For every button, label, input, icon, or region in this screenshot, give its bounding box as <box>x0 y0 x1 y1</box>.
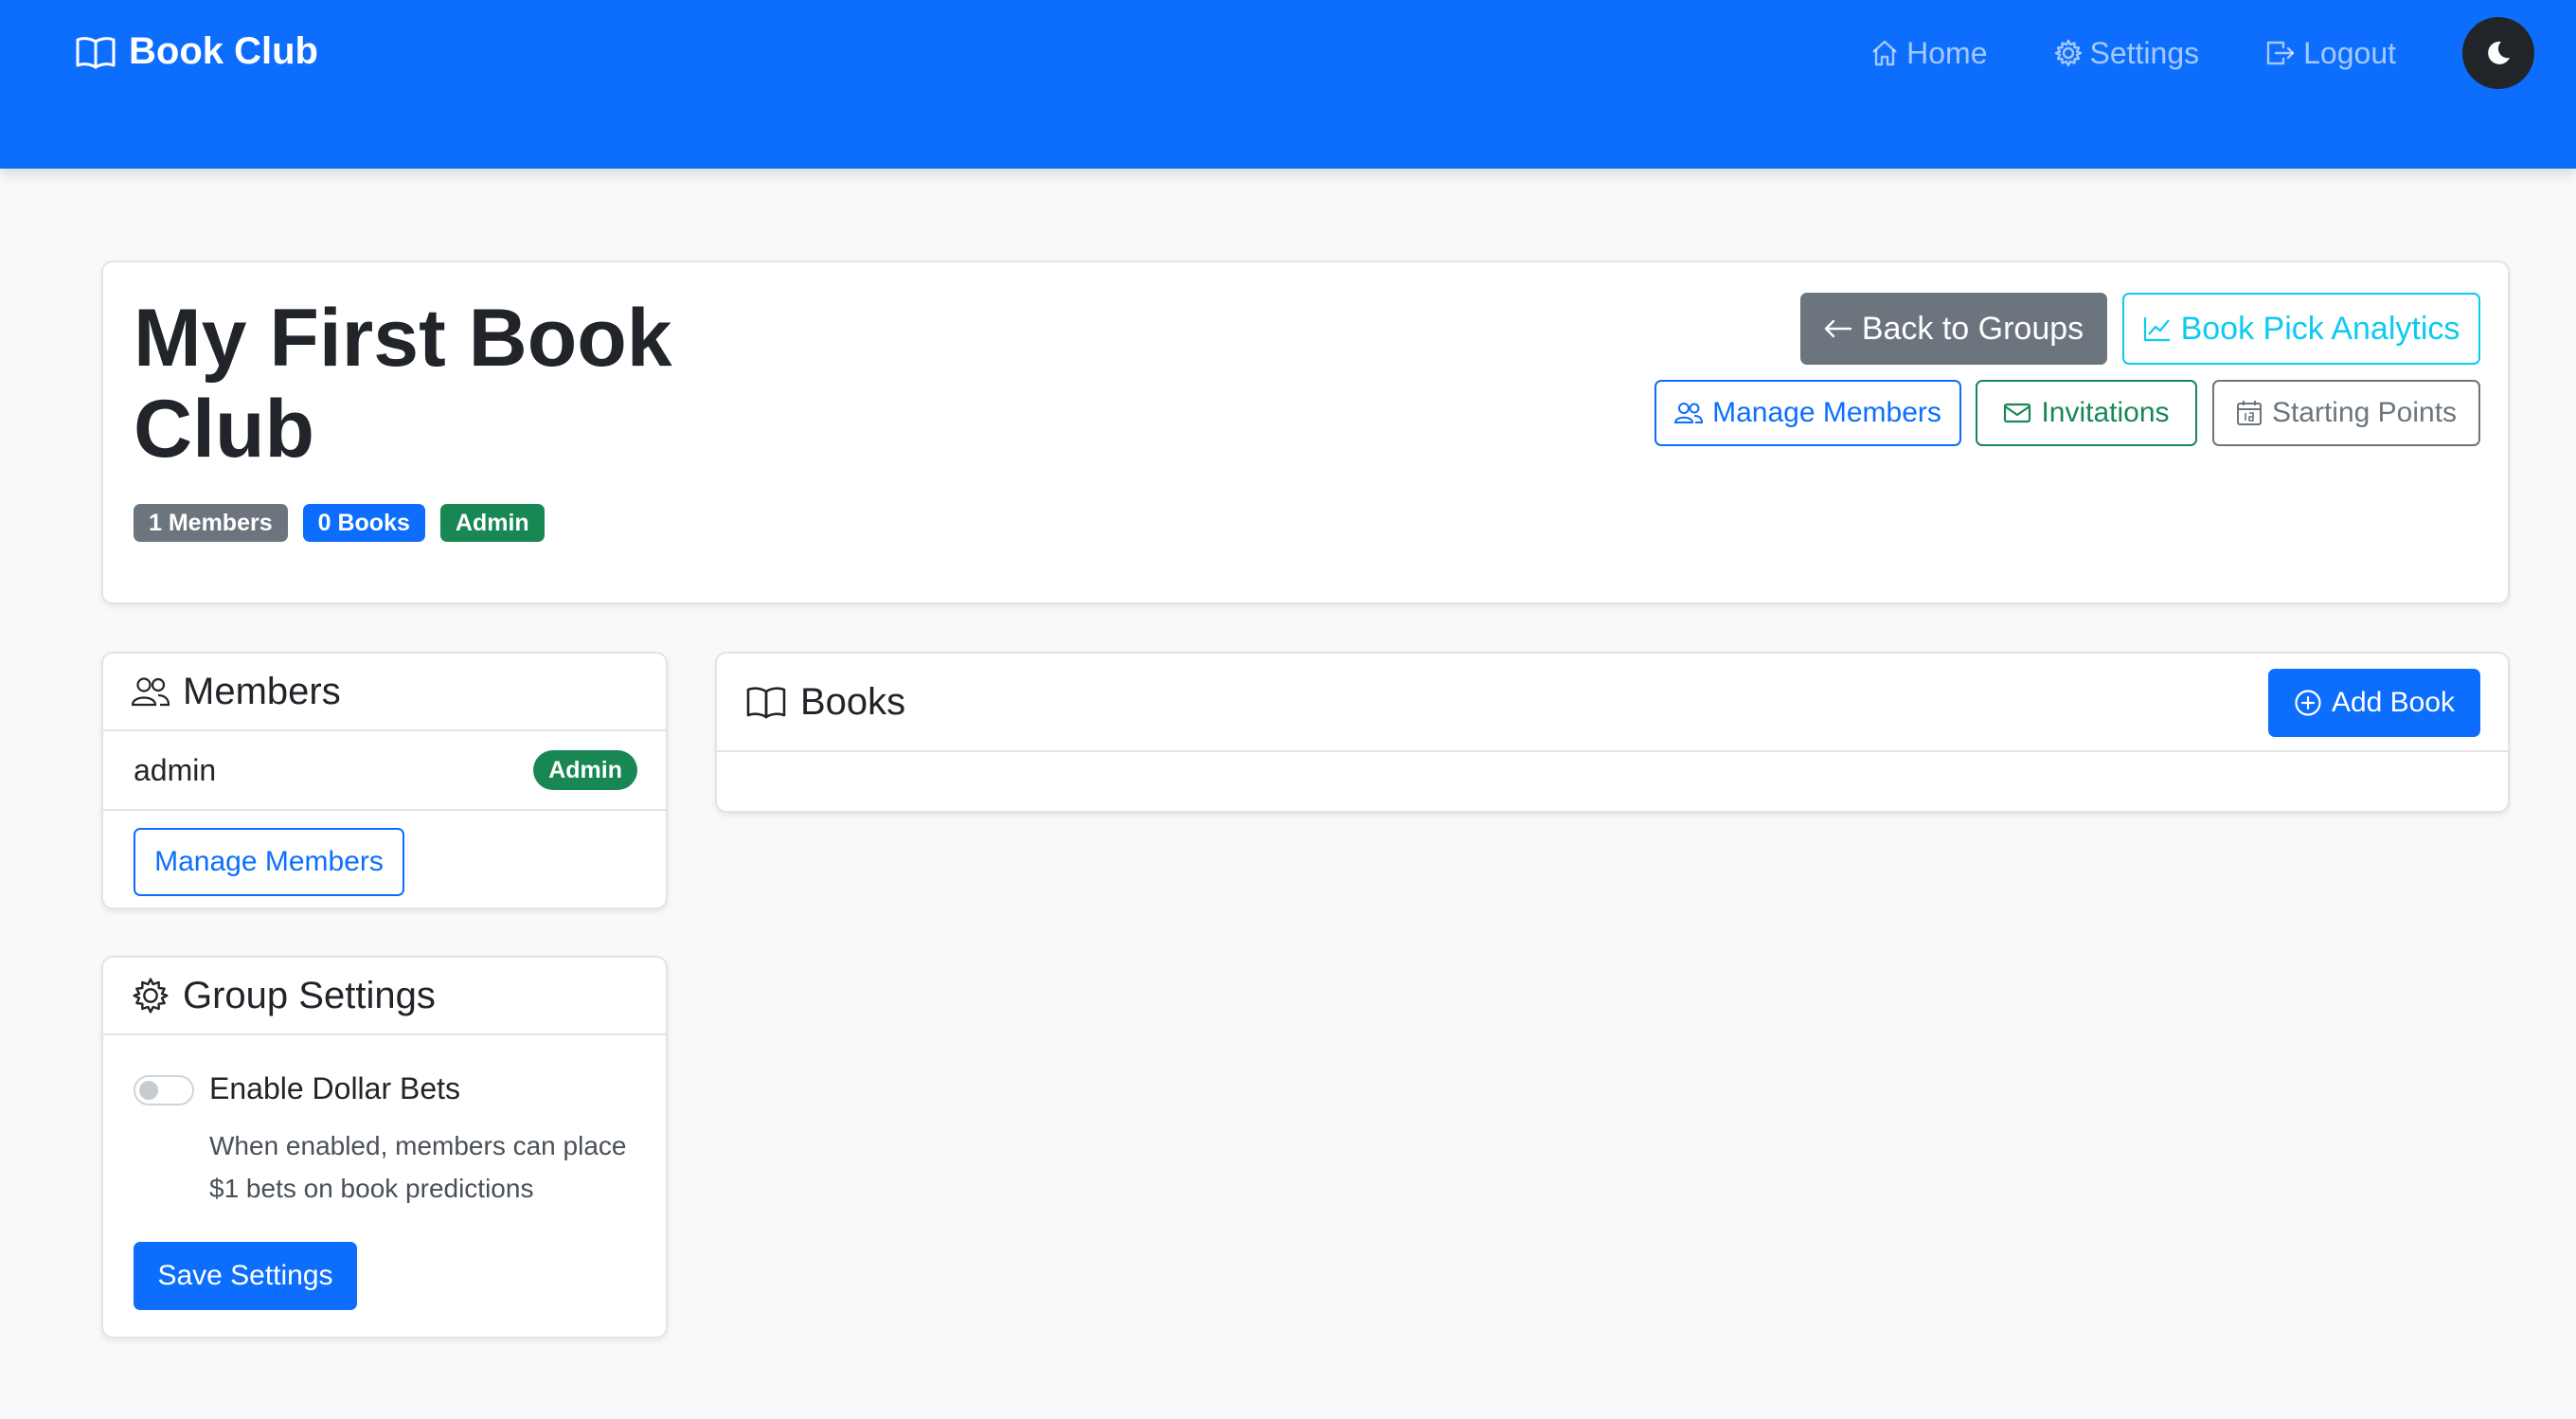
group-badges: 1 Members 0 Books Admin <box>134 504 545 542</box>
top-navbar: Book Club Home Settings Logout <box>0 0 2576 169</box>
house-icon <box>1870 39 1899 67</box>
logout-icon <box>2265 39 2296 67</box>
gear-icon <box>2054 39 2083 67</box>
nav-settings-label: Settings <box>2089 35 2200 70</box>
save-settings-button[interactable]: Save Settings <box>134 1242 357 1310</box>
group-settings-card: Group Settings Enable Dollar Bets When e… <box>101 956 668 1338</box>
envelope-icon <box>2003 403 2031 423</box>
page-title: My First Book Club <box>134 293 672 475</box>
dollar-bets-help-text: When enabled, members can place $1 bets … <box>209 1131 627 1203</box>
book-icon <box>745 685 787 719</box>
calendar-icon <box>2236 400 2263 426</box>
add-book-button[interactable]: Add Book <box>2268 669 2480 737</box>
manage-members-button[interactable]: Manage Members <box>1655 380 1961 446</box>
book-icon <box>76 35 116 69</box>
people-icon <box>132 676 170 707</box>
role-badge: Admin <box>439 504 545 542</box>
book-pick-analytics-button[interactable]: Book Pick Analytics <box>2122 293 2480 365</box>
members-count-badge: 1 Members <box>134 504 288 542</box>
dollar-bets-label: Enable Dollar Bets <box>209 1071 461 1105</box>
add-book-label: Add Book <box>2331 687 2456 718</box>
books-card: Books Add Book <box>715 652 2510 813</box>
nav-home-link[interactable]: Home <box>1870 35 1988 71</box>
brand-link[interactable]: Book Club <box>76 30 318 73</box>
nav-logout-link[interactable]: Logout <box>2265 36 2396 71</box>
plus-circle-icon <box>2294 689 2322 717</box>
starting-points-button[interactable]: Starting Points <box>2212 380 2480 446</box>
dollar-bets-toggle[interactable] <box>134 1075 194 1105</box>
nav-links: Home Settings Logout <box>1870 17 2534 89</box>
back-to-groups-label: Back to Groups <box>1861 310 2084 347</box>
members-card-header: Members <box>103 654 666 731</box>
manage-members-card-button[interactable]: Manage Members <box>134 828 404 896</box>
list-item: admin Admin <box>103 731 666 811</box>
books-card-title: Books <box>800 680 906 723</box>
member-name: admin <box>134 752 217 787</box>
group-settings-header: Group Settings <box>103 958 666 1035</box>
books-card-header: Books <box>717 654 2508 752</box>
nav-logout-label: Logout <box>2303 35 2396 70</box>
save-settings-label: Save Settings <box>157 1260 333 1291</box>
group-settings-title: Group Settings <box>183 974 436 1016</box>
member-role-badge: Admin <box>533 750 637 790</box>
nav-settings-link[interactable]: Settings <box>2054 35 2200 71</box>
theme-toggle-button[interactable] <box>2462 17 2534 89</box>
members-card: Members admin Admin Manage Members <box>101 652 668 909</box>
people-icon <box>1674 402 1704 424</box>
gear-icon <box>132 977 170 1015</box>
arrow-left-icon <box>1824 317 1852 340</box>
starting-points-label: Starting Points <box>2271 397 2458 428</box>
group-header-card: My First Book Club 1 Members 0 Books Adm… <box>101 260 2510 604</box>
toggle-knob <box>139 1081 158 1100</box>
back-to-groups-button[interactable]: Back to Groups <box>1800 293 2107 365</box>
line-chart-icon <box>2143 315 2172 342</box>
manage-members-card-label: Manage Members <box>154 846 384 877</box>
invitations-label: Invitations <box>2041 397 2170 428</box>
moon-icon <box>2484 39 2513 67</box>
nav-home-label: Home <box>1906 35 1988 70</box>
brand-text: Book Club <box>129 30 318 72</box>
books-count-badge: 0 Books <box>302 504 425 542</box>
manage-members-label: Manage Members <box>1712 397 1941 428</box>
invitations-button[interactable]: Invitations <box>1976 380 2197 446</box>
members-card-title: Members <box>183 670 341 712</box>
book-pick-analytics-label: Book Pick Analytics <box>2180 310 2460 347</box>
